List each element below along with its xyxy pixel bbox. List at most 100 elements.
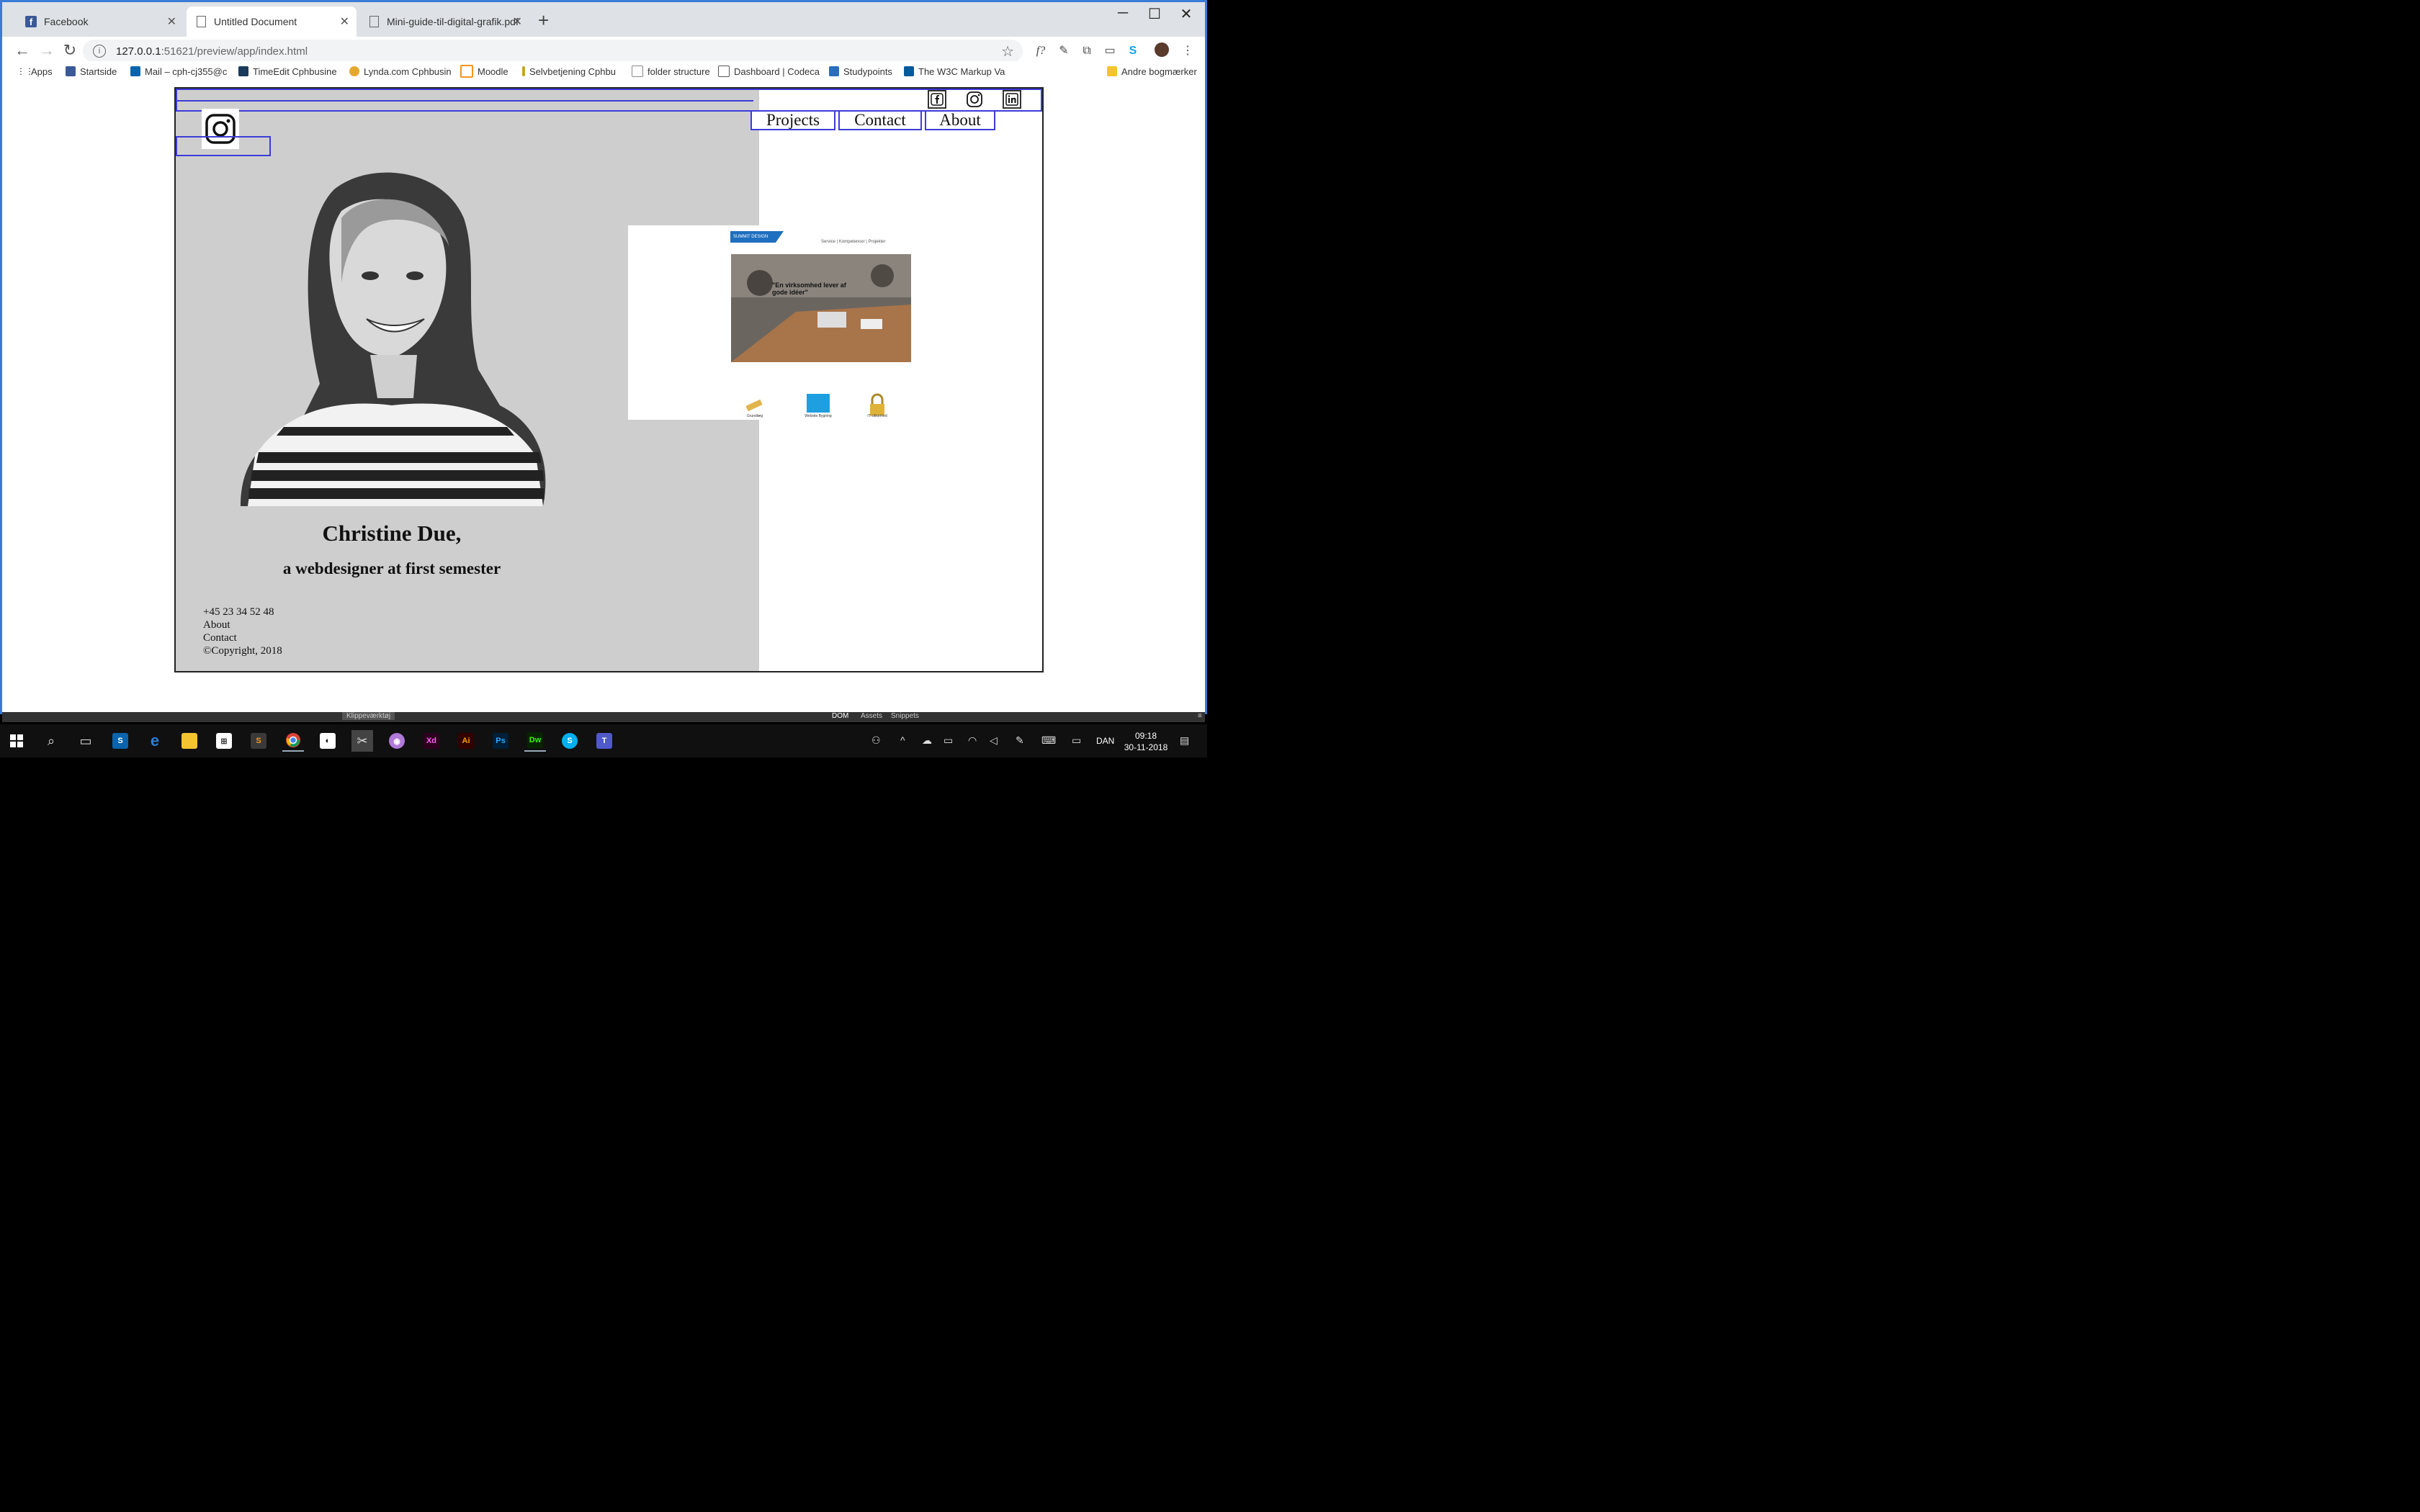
document-icon	[632, 66, 643, 77]
forward-button[interactable]: →	[37, 41, 57, 60]
volume-icon[interactable]: ◁	[990, 734, 998, 747]
chrome-icon[interactable]	[282, 730, 304, 752]
tab-facebook[interactable]: f Facebook ✕	[17, 6, 184, 37]
header-inner-outline	[176, 89, 753, 102]
store-icon[interactable]: ⊞	[213, 730, 235, 752]
url-path: :51621/preview/app/index.html	[161, 45, 308, 58]
devtools-tab-snippets[interactable]: Snippets	[891, 712, 919, 720]
bookmark-item[interactable]: Dashboard | Codeca	[718, 64, 820, 78]
devtools-tab-dom[interactable]: DOM	[832, 712, 848, 720]
project-preview[interactable]: SUMMIT DESIGN Service | Kompetencer | Pr…	[628, 225, 913, 420]
preview-logo: SUMMIT DESIGN	[730, 231, 784, 243]
people-icon[interactable]: ⚇	[871, 734, 881, 747]
footer-contact-link[interactable]: Contact	[203, 631, 282, 644]
bookmark-item[interactable]: TimeEdit Cphbusine	[238, 64, 337, 78]
preview-icon-label: Website Bygning	[805, 414, 832, 418]
nav-contact[interactable]: Contact	[838, 110, 922, 130]
windows-start-icon[interactable]	[6, 730, 27, 752]
devtools-tab-assets[interactable]: Assets	[861, 712, 882, 720]
keyboard-icon[interactable]: ⌨	[1041, 734, 1056, 747]
reload-button[interactable]: ↻	[60, 41, 80, 60]
menu-icon[interactable]: ⋮	[1179, 42, 1196, 60]
extension-formula-icon[interactable]: f?	[1032, 42, 1049, 60]
cast-icon[interactable]: ▭	[1101, 42, 1119, 60]
preview-icon-label: IT-sikkerhed	[867, 414, 887, 418]
bookmark-item[interactable]: The W3C Markup Va	[904, 64, 1005, 78]
page-viewport: Christine Due, a webdesigner at first se…	[6, 83, 1205, 712]
nav-projects[interactable]: Projects	[750, 110, 835, 130]
adobe-illustrator-icon[interactable]: Ai	[455, 730, 477, 752]
info-icon[interactable]: i	[93, 45, 106, 58]
skype-business-icon[interactable]: S	[109, 730, 131, 752]
bookmark-apps[interactable]: ⋮⋮ Apps	[17, 64, 53, 78]
new-tab-button[interactable]: +	[538, 9, 549, 32]
studypoints-icon	[829, 66, 839, 76]
hero-name: Christine Due,	[322, 521, 462, 546]
sublime-icon[interactable]: S	[248, 730, 269, 752]
bookmark-star-icon[interactable]: ☆	[1001, 42, 1014, 60]
task-view-icon[interactable]: ▭	[75, 730, 97, 752]
edge-icon[interactable]: e	[144, 730, 166, 752]
file-explorer-icon[interactable]	[179, 730, 200, 752]
footer-about-link[interactable]: About	[203, 618, 282, 631]
document-icon	[195, 16, 207, 27]
address-bar[interactable]: i 127.0.0.1:51621/preview/app/index.html…	[83, 40, 1023, 63]
other-bookmarks[interactable]: Andre bogmærker	[1107, 64, 1197, 78]
tab-untitled-document[interactable]: Untitled Document ✕	[187, 6, 357, 37]
snipping-tool-label[interactable]: Klippeværktøj	[342, 712, 395, 720]
minimize-button[interactable]: ─	[1108, 5, 1137, 22]
search-icon[interactable]: ⌕	[40, 730, 62, 752]
timeedit-icon	[238, 66, 248, 76]
linkedin-icon	[1005, 93, 1018, 106]
profile-avatar[interactable]	[1153, 42, 1170, 60]
language-indicator[interactable]: DAN	[1096, 736, 1114, 746]
bookmark-item[interactable]: Lynda.com Cphbusin	[349, 64, 452, 78]
dreamweaver-icon[interactable]: Dw	[524, 730, 546, 752]
app-circle-icon[interactable]: ◉	[386, 730, 408, 752]
social-facebook-link[interactable]	[928, 90, 946, 109]
bookmark-item[interactable]: Startside	[66, 64, 117, 78]
pen-icon[interactable]: ✎	[1016, 734, 1024, 747]
clock-time: 09:18	[1134, 731, 1157, 741]
facebook-icon	[66, 66, 76, 76]
close-window-button[interactable]: ✕	[1172, 5, 1201, 23]
adobe-xd-icon[interactable]: Xd	[421, 730, 442, 752]
bookmark-item[interactable]: folder structure	[632, 64, 710, 78]
teams-icon[interactable]: T	[593, 730, 615, 752]
bookmark-item[interactable]: Selvbetjening Cphbu	[522, 64, 616, 78]
social-linkedin-link[interactable]	[1003, 90, 1021, 109]
app-icon[interactable]: ◐	[317, 730, 339, 752]
tab-pdf[interactable]: Mini-guide-til-digital-grafik.pdf ✕	[359, 6, 529, 37]
hero-panel: Christine Due, a webdesigner at first se…	[176, 89, 913, 671]
wifi-icon[interactable]: ◠	[968, 734, 977, 747]
snipping-tool-icon[interactable]: ✂	[351, 730, 373, 752]
taskbar: ⌕ ▭ S e ⊞ S ◐ ✂ ◉ Xd Ai Ps Dw S T ⚇ ^ ☁ …	[0, 724, 1207, 757]
back-button[interactable]: ←	[12, 41, 32, 60]
outlook-icon	[130, 66, 140, 76]
bookmark-item[interactable]: Mail – cph-cj355@c	[130, 64, 227, 78]
onedrive-icon[interactable]: ☁	[922, 734, 932, 747]
skype-icon[interactable]: S	[559, 730, 581, 752]
bookmark-item[interactable]: Studypoints	[829, 64, 892, 78]
extension-eyedropper-icon[interactable]: ✎	[1055, 42, 1072, 60]
close-icon[interactable]: ✕	[340, 14, 349, 29]
maximize-button[interactable]: ☐	[1140, 5, 1169, 23]
notifications-icon[interactable]: ▤	[1180, 734, 1189, 747]
devtools-menu-icon[interactable]: ≡	[1198, 712, 1202, 720]
close-icon[interactable]: ✕	[167, 14, 176, 29]
close-icon[interactable]: ✕	[513, 14, 522, 29]
logo-outline	[176, 136, 271, 156]
adobe-photoshop-icon[interactable]: Ps	[490, 730, 511, 752]
show-hidden-icons[interactable]: ^	[900, 734, 905, 746]
skype-extension-icon[interactable]: S	[1124, 42, 1142, 60]
touch-keyboard-icon[interactable]: ▭	[1072, 734, 1081, 747]
battery-icon[interactable]: ▭	[944, 734, 953, 747]
social-instagram-link[interactable]	[965, 90, 984, 109]
bookmark-item[interactable]: Moodle	[460, 64, 508, 78]
nav-about[interactable]: About	[925, 110, 995, 130]
extension-copy-icon[interactable]: ⧉	[1078, 42, 1095, 60]
tab-strip: f Facebook ✕ Untitled Document ✕ Mini-gu…	[2, 2, 1205, 37]
system-clock[interactable]: 09:18 30-11-2018	[1119, 730, 1173, 753]
facebook-icon: f	[25, 16, 37, 27]
tab-label: Mini-guide-til-digital-grafik.pdf	[387, 16, 519, 27]
